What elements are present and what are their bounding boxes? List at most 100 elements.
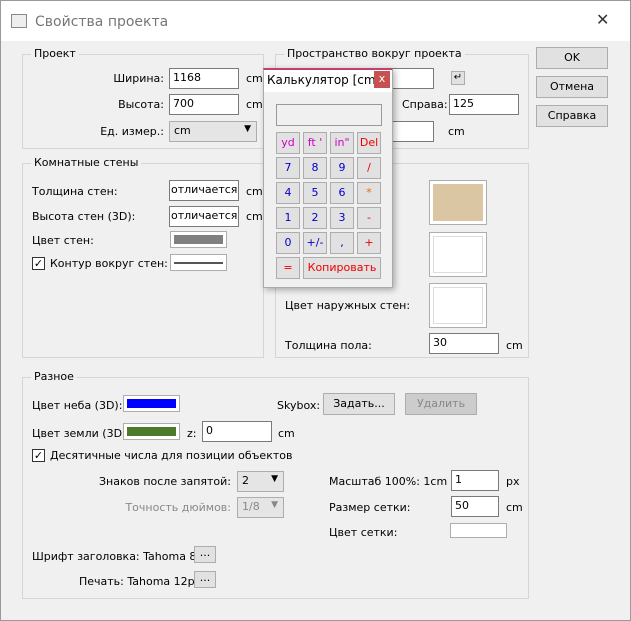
skybox-set-button[interactable]: Задать... xyxy=(323,393,395,415)
z-label: z: xyxy=(187,427,197,440)
decimals-value: 2 xyxy=(242,474,249,487)
cancel-button[interactable]: Отмена xyxy=(536,76,608,98)
grid-color-swatch[interactable] xyxy=(450,523,507,538)
wall-height-input[interactable]: отличается. xyxy=(169,206,239,227)
calculator-key[interactable]: yd xyxy=(276,132,300,154)
calculator-key[interactable]: , xyxy=(330,232,354,254)
unit-label: cm xyxy=(246,185,263,198)
title-font-label: Шрифт заголовка: Tahoma 8pt xyxy=(32,550,208,563)
unit-label: cm xyxy=(506,501,523,514)
right-input[interactable]: 125 xyxy=(449,94,519,115)
sky-color-swatch[interactable] xyxy=(123,395,180,412)
outer-wall-color-label: Цвет наружных стен: xyxy=(285,299,411,312)
ground-color-label: Цвет земли (3D): xyxy=(32,427,131,440)
floor-color-swatch[interactable] xyxy=(429,180,487,225)
sky-color-label: Цвет неба (3D): xyxy=(32,399,123,412)
wall-color-swatch[interactable] xyxy=(170,231,227,248)
group-label: Проект xyxy=(31,47,79,60)
skybox-label: Skybox: xyxy=(277,399,321,412)
decimal-checkbox[interactable]: ✓ xyxy=(32,449,45,462)
calculator-key[interactable]: ft ' xyxy=(303,132,327,154)
outline-checkbox[interactable]: ✓ xyxy=(32,257,45,270)
wall-height-label: Высота стен (3D): xyxy=(32,210,136,223)
calculator-key[interactable]: +/- xyxy=(303,232,327,254)
unit-label: cm xyxy=(246,72,263,85)
unit-select-label: Ед. измер.: xyxy=(100,125,164,138)
unit-label: cm xyxy=(448,125,465,138)
unit-label: cm xyxy=(246,210,263,223)
window-title: Свойства проекта xyxy=(35,14,169,30)
decimals-select[interactable]: 2 ▼ xyxy=(237,471,284,492)
calculator-key[interactable]: in" xyxy=(330,132,354,154)
calculator-title: Калькулятор [cm] xyxy=(267,73,381,87)
calculator-key[interactable]: 3 xyxy=(330,207,354,229)
scale-input[interactable]: 1 xyxy=(451,470,499,491)
inch-precision-label: Точность дюймов: xyxy=(125,501,231,514)
link-icon[interactable]: ↵ xyxy=(451,71,465,85)
grid-size-label: Размер сетки: xyxy=(329,501,411,514)
calculator-key[interactable]: 2 xyxy=(303,207,327,229)
calculator-key[interactable]: + xyxy=(357,232,381,254)
group-label: Пространство вокруг проекта xyxy=(284,47,465,60)
calculator-key[interactable]: * xyxy=(357,182,381,204)
wall-thickness-label: Толщина стен: xyxy=(32,185,118,198)
calculator-key[interactable]: 7 xyxy=(276,157,300,179)
skybox-delete-button: Удалить xyxy=(405,393,477,415)
right-label: Справа: xyxy=(402,98,448,111)
calculator-key[interactable]: 6 xyxy=(330,182,354,204)
ground-color-swatch[interactable] xyxy=(123,423,180,440)
grid-size-input[interactable]: 50 xyxy=(451,496,499,517)
group-label: Комнатные стены xyxy=(31,156,142,169)
inch-precision-select: 1/8 ▼ xyxy=(237,497,284,518)
group-label: Разное xyxy=(31,370,77,383)
calculator-key[interactable]: 8 xyxy=(303,157,327,179)
print-font-label: Печать: Tahoma 12pt xyxy=(79,575,199,588)
project-properties-dialog: Свойства проекта ✕ OK Отмена Справка Про… xyxy=(0,0,631,621)
inner-wall-color-swatch[interactable] xyxy=(429,232,487,277)
outer-wall-color-swatch[interactable] xyxy=(429,283,487,328)
chevron-down-icon: ▼ xyxy=(244,124,251,134)
calculator-key[interactable]: 0 xyxy=(276,232,300,254)
close-icon[interactable]: ✕ xyxy=(596,10,609,29)
calculator-window: Калькулятор [cm] x = Копировать yd ft ' in… xyxy=(263,68,393,288)
outline-style-swatch[interactable] xyxy=(170,254,227,271)
floor-thickness-input[interactable]: 30 xyxy=(429,333,499,354)
unit-select[interactable]: cm ▼ xyxy=(169,121,257,142)
wall-color-label: Цвет стен: xyxy=(32,234,94,247)
wall-thickness-input[interactable]: отличается. xyxy=(169,180,239,201)
calculator-key[interactable]: 9 xyxy=(330,157,354,179)
grid-color-label: Цвет сетки: xyxy=(329,526,398,539)
outline-label: Контур вокруг стен: xyxy=(50,257,168,270)
ok-button[interactable]: OK xyxy=(536,47,608,69)
help-button[interactable]: Справка xyxy=(536,105,608,127)
unit-value: cm xyxy=(174,124,191,137)
equals-button[interactable]: = xyxy=(276,257,300,279)
calculator-key[interactable]: 5 xyxy=(303,182,327,204)
title-font-button[interactable]: ... xyxy=(194,546,216,563)
height-input[interactable]: 700 xyxy=(169,94,239,115)
print-font-button[interactable]: ... xyxy=(194,571,216,588)
unit-label: cm xyxy=(278,427,295,440)
calculator-key[interactable]: - xyxy=(357,207,381,229)
z-input[interactable]: 0 xyxy=(202,421,272,442)
calculator-title-bar: Калькулятор [cm] x xyxy=(264,70,392,92)
width-label: Ширина: xyxy=(113,72,164,85)
chevron-down-icon: ▼ xyxy=(271,500,278,510)
calculator-key[interactable]: Del xyxy=(357,132,381,154)
copy-button[interactable]: Копировать xyxy=(303,257,381,279)
px-label: px xyxy=(506,475,520,488)
calculator-key[interactable]: / xyxy=(357,157,381,179)
title-bar: Свойства проекта ✕ xyxy=(1,1,630,41)
calculator-key[interactable]: 1 xyxy=(276,207,300,229)
calculator-key[interactable]: 4 xyxy=(276,182,300,204)
floor-thickness-label: Толщина пола: xyxy=(285,339,372,352)
decimals-label: Знаков после запятой: xyxy=(99,475,231,488)
unit-label: cm xyxy=(246,98,263,111)
scale-label: Масштаб 100%: 1cm = xyxy=(329,475,460,488)
calculator-display xyxy=(276,104,382,126)
app-icon xyxy=(11,14,27,28)
width-input[interactable]: 1168 xyxy=(169,68,239,89)
close-icon[interactable]: x xyxy=(374,71,390,88)
unit-label: cm xyxy=(506,339,523,352)
inch-value: 1/8 xyxy=(242,500,260,513)
